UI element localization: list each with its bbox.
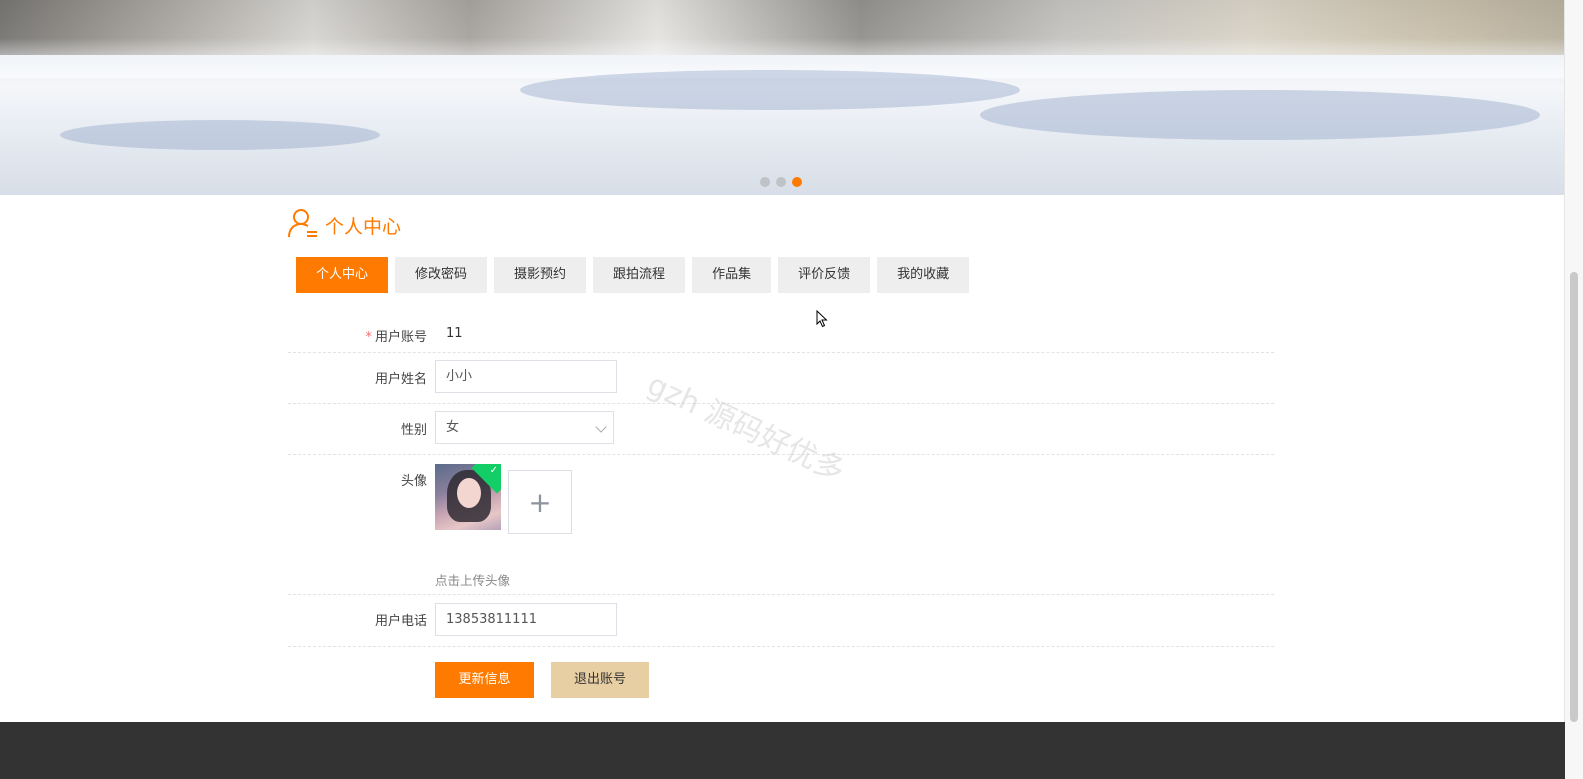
- tab-personal-center[interactable]: 个人中心: [296, 257, 389, 293]
- tab-feedback[interactable]: 评价反馈: [778, 257, 871, 293]
- name-label: 用户姓名: [374, 372, 427, 387]
- avatar-thumbnail[interactable]: ✓: [435, 464, 501, 530]
- tab-portfolio[interactable]: 作品集: [692, 257, 772, 293]
- chevron-down-icon: [595, 421, 607, 433]
- form-row-name: 用户姓名 小小: [288, 353, 1274, 404]
- gender-selected-value: 女: [446, 420, 460, 435]
- account-value: 11: [446, 326, 463, 341]
- tab-favorites[interactable]: 我的收藏: [877, 257, 970, 293]
- page-title-text: 个人中心: [325, 215, 402, 238]
- account-label: * 用户账号: [365, 330, 427, 345]
- page-title: 个人中心: [287, 207, 401, 243]
- gender-select[interactable]: 女: [435, 411, 614, 444]
- form-row-phone: 用户电话 13853811111: [288, 595, 1274, 647]
- check-icon: ✓: [489, 465, 498, 476]
- phone-label: 用户电话: [374, 614, 427, 629]
- plus-icon: +: [528, 485, 552, 519]
- phone-input[interactable]: 13853811111: [435, 603, 617, 636]
- logout-button[interactable]: 退出账号: [551, 662, 649, 698]
- carousel-dot[interactable]: [776, 177, 786, 187]
- user-icon: [287, 207, 319, 244]
- avatar-upload-hint: 点击上传头像: [435, 573, 511, 588]
- mouse-cursor-icon: [816, 309, 828, 332]
- carousel-dot-active[interactable]: [792, 177, 802, 187]
- tab-change-password[interactable]: 修改密码: [395, 257, 488, 293]
- gender-label: 性别: [400, 423, 427, 438]
- profile-tabs: 个人中心 修改密码 摄影预约 跟拍流程 作品集 评价反馈 我的收藏: [296, 257, 970, 293]
- name-input[interactable]: 小小: [435, 360, 617, 393]
- avatar-label: 头像: [400, 474, 427, 489]
- banner-carousel[interactable]: [0, 0, 1565, 195]
- form-row-account: * 用户账号 11: [288, 312, 1274, 353]
- avatar-upload-button[interactable]: +: [508, 470, 572, 534]
- required-mark: *: [365, 330, 372, 345]
- tab-shooting-process[interactable]: 跟拍流程: [593, 257, 686, 293]
- carousel-dot[interactable]: [760, 177, 770, 187]
- update-info-button[interactable]: 更新信息: [435, 662, 534, 698]
- page-scrollbar[interactable]: [1564, 0, 1583, 779]
- carousel-indicators: [760, 177, 802, 187]
- tab-photo-booking[interactable]: 摄影预约: [494, 257, 587, 293]
- page-footer: [0, 722, 1565, 779]
- scrollbar-thumb[interactable]: [1570, 272, 1578, 722]
- profile-form: * 用户账号 11 用户姓名 小小 性别 女 头像 用户电话 1385381111…: [288, 312, 1274, 647]
